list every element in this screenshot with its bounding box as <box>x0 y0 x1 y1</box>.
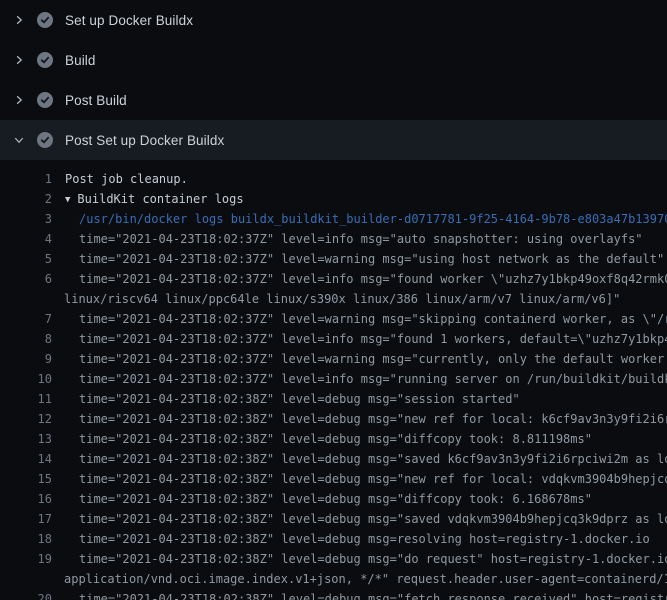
log-line: 7 time="2021-04-23T18:02:37Z" level=warn… <box>0 309 667 329</box>
chevron-right-icon <box>13 94 25 106</box>
log-line: 3 /usr/bin/docker logs buildx_buildkit_b… <box>0 209 667 229</box>
log-line: application/vnd.oci.image.index.v1+json,… <box>0 569 667 589</box>
check-circle-icon <box>37 12 53 28</box>
log-line-text: time="2021-04-23T18:02:37Z" level=warnin… <box>52 309 667 329</box>
log-line-text: application/vnd.oci.image.index.v1+json,… <box>52 569 667 589</box>
log-line-number[interactable]: 10 <box>0 369 52 389</box>
log-line-text: time="2021-04-23T18:02:38Z" level=debug … <box>52 449 667 469</box>
step-row-post-build[interactable]: Post Build <box>0 80 667 120</box>
log-line-number[interactable]: 20 <box>0 589 52 600</box>
log-line-text: time="2021-04-23T18:02:38Z" level=debug … <box>52 549 667 569</box>
chevron-right-icon <box>13 14 25 26</box>
log-line: linux/riscv64 linux/ppc64le linux/s390x … <box>0 289 667 309</box>
log-line: 14 time="2021-04-23T18:02:38Z" level=deb… <box>0 449 667 469</box>
log-line: 17 time="2021-04-23T18:02:38Z" level=deb… <box>0 509 667 529</box>
log-line: 6 time="2021-04-23T18:02:37Z" level=info… <box>0 269 667 289</box>
log-line-number[interactable]: 12 <box>0 409 52 429</box>
log-line-number[interactable]: 1 <box>0 169 52 189</box>
log-line-text: time="2021-04-23T18:02:38Z" level=debug … <box>52 509 667 529</box>
log-line-text: time="2021-04-23T18:02:38Z" level=debug … <box>52 469 667 489</box>
log-line-text: time="2021-04-23T18:02:38Z" level=debug … <box>52 489 592 509</box>
log-line: 11 time="2021-04-23T18:02:38Z" level=deb… <box>0 389 667 409</box>
step-label: Build <box>65 53 96 68</box>
log-line-text: time="2021-04-23T18:02:38Z" level=debug … <box>52 529 650 549</box>
log-line-text: ▼BuildKit container logs <box>52 189 244 209</box>
log-line-number[interactable]: 9 <box>0 349 52 369</box>
log-line-text: /usr/bin/docker logs buildx_buildkit_bui… <box>52 209 667 229</box>
log-line: 16 time="2021-04-23T18:02:38Z" level=deb… <box>0 489 667 509</box>
log-line-number[interactable]: 2 <box>0 189 52 209</box>
log-line: 5 time="2021-04-23T18:02:37Z" level=warn… <box>0 249 667 269</box>
log-line: 19 time="2021-04-23T18:02:38Z" level=deb… <box>0 549 667 569</box>
log-line-text: time="2021-04-23T18:02:37Z" level=info m… <box>52 369 667 389</box>
steps-list: Set up Docker Buildx Build P <box>0 0 667 160</box>
group-collapse-triangle-icon[interactable]: ▼ <box>65 195 70 205</box>
chevron-right-icon <box>13 54 25 66</box>
log-line: 4 time="2021-04-23T18:02:37Z" level=info… <box>0 229 667 249</box>
log-area: 1 Post job cleanup. 2 ▼BuildKit containe… <box>0 160 667 600</box>
log-line-text: linux/riscv64 linux/ppc64le linux/s390x … <box>52 289 620 309</box>
step-label: Post Set up Docker Buildx <box>65 133 224 148</box>
log-line-text: time="2021-04-23T18:02:37Z" level=info m… <box>52 229 643 249</box>
check-circle-icon <box>37 92 53 108</box>
log-line-number[interactable]: 18 <box>0 529 52 549</box>
check-circle-icon <box>37 132 53 148</box>
log-line-number <box>0 569 52 589</box>
log-line-text: time="2021-04-23T18:02:38Z" level=debug … <box>52 589 667 600</box>
log-line: 18 time="2021-04-23T18:02:38Z" level=deb… <box>0 529 667 549</box>
log-line-text: time="2021-04-23T18:02:37Z" level=info m… <box>52 269 667 289</box>
log-line-text: time="2021-04-23T18:02:38Z" level=debug … <box>52 429 592 449</box>
step-label: Post Build <box>65 93 127 108</box>
log-line-number[interactable]: 11 <box>0 389 52 409</box>
log-line-number[interactable]: 8 <box>0 329 52 349</box>
log-line-number[interactable]: 4 <box>0 229 52 249</box>
log-line-number[interactable]: 6 <box>0 269 52 289</box>
log-line-text: time="2021-04-23T18:02:38Z" level=debug … <box>52 389 520 409</box>
log-line-number[interactable]: 14 <box>0 449 52 469</box>
log-line: 9 time="2021-04-23T18:02:37Z" level=warn… <box>0 349 667 369</box>
log-line: 13 time="2021-04-23T18:02:38Z" level=deb… <box>0 429 667 449</box>
log-line-number[interactable]: 13 <box>0 429 52 449</box>
log-line: 1 Post job cleanup. <box>0 169 667 189</box>
log-line: 20 time="2021-04-23T18:02:38Z" level=deb… <box>0 589 667 600</box>
log-line-number[interactable]: 17 <box>0 509 52 529</box>
log-line: 12 time="2021-04-23T18:02:38Z" level=deb… <box>0 409 667 429</box>
log-line-text: time="2021-04-23T18:02:37Z" level=info m… <box>52 329 667 349</box>
log-line-number[interactable]: 7 <box>0 309 52 329</box>
log-line-number <box>0 289 52 309</box>
log-line-number[interactable]: 15 <box>0 469 52 489</box>
log-line-text: time="2021-04-23T18:02:37Z" level=warnin… <box>52 249 664 269</box>
check-circle-icon <box>37 52 53 68</box>
log-line-number[interactable]: 5 <box>0 249 52 269</box>
log-group-header[interactable]: 2 ▼BuildKit container logs <box>0 189 667 209</box>
step-row-build[interactable]: Build <box>0 40 667 80</box>
log-line: 10 time="2021-04-23T18:02:37Z" level=inf… <box>0 369 667 389</box>
chevron-down-icon <box>13 134 25 146</box>
log-line-number[interactable]: 3 <box>0 209 52 229</box>
log-line-text: time="2021-04-23T18:02:37Z" level=warnin… <box>52 349 667 369</box>
step-row-post-set-up-docker-buildx[interactable]: Post Set up Docker Buildx <box>0 120 667 160</box>
log-line: 15 time="2021-04-23T18:02:38Z" level=deb… <box>0 469 667 489</box>
step-row-set-up-docker-buildx[interactable]: Set up Docker Buildx <box>0 0 667 40</box>
log-line-text: Post job cleanup. <box>52 169 188 189</box>
step-label: Set up Docker Buildx <box>65 13 193 28</box>
log-line-text: time="2021-04-23T18:02:38Z" level=debug … <box>52 409 667 429</box>
log-line: 8 time="2021-04-23T18:02:37Z" level=info… <box>0 329 667 349</box>
log-line-number[interactable]: 19 <box>0 549 52 569</box>
log-line-number[interactable]: 16 <box>0 489 52 509</box>
actions-log-viewer: Set up Docker Buildx Build P <box>0 0 667 600</box>
